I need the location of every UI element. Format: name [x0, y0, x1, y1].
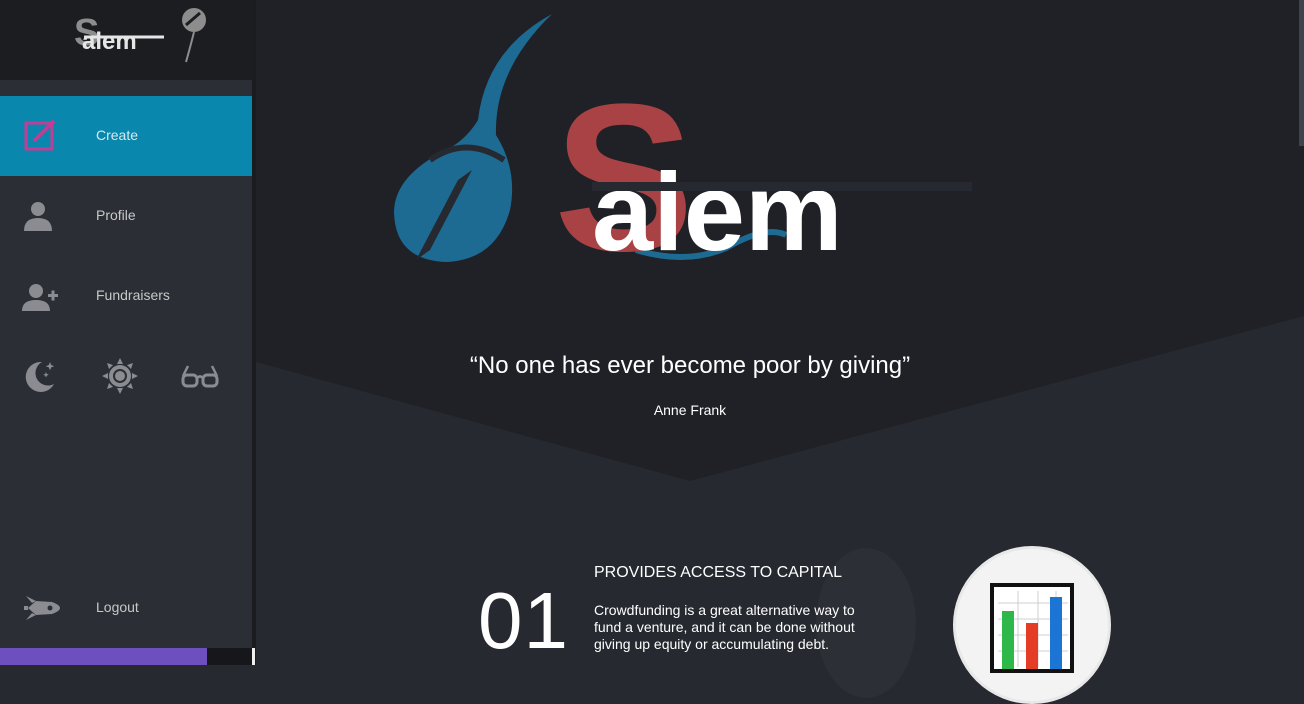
person-add-icon: [22, 284, 58, 311]
sidebar-item-label: Profile: [96, 207, 136, 223]
sidebar-item-create[interactable]: Create: [0, 96, 252, 176]
sidebar-item-label: Create: [96, 127, 139, 143]
bottom-progress-bar: [0, 648, 207, 665]
sidebar: S alem Create Profile Fundraisers Logout: [0, 0, 252, 665]
person-icon: [24, 202, 52, 231]
glasses-icon: [181, 365, 219, 388]
accessible-theme-button[interactable]: [180, 356, 220, 396]
svg-text:alem: alem: [82, 28, 137, 55]
logout-button[interactable]: Logout: [0, 580, 252, 636]
dark-theme-button[interactable]: [20, 356, 60, 396]
light-theme-button[interactable]: [100, 356, 140, 396]
salem-logo-icon: S alem: [74, 8, 206, 63]
logout-label: Logout: [96, 599, 139, 615]
main-content: S alem “No one has ever become poor by g…: [256, 0, 1304, 704]
salem-hero-logo-icon: S alem: [394, 14, 972, 270]
scrollbar-thumb[interactable]: [1299, 0, 1304, 146]
feature-description: Crowdfunding is a great alternative way …: [594, 602, 855, 652]
moon-stars-icon: [25, 361, 55, 392]
sidebar-logo[interactable]: S alem: [0, 0, 252, 80]
feature-number: 01: [478, 576, 569, 665]
divider-line: [252, 648, 255, 665]
feature-icon-circle: [953, 546, 1111, 704]
bar-chart-icon: [990, 583, 1074, 673]
sidebar-item-label: Fundraisers: [96, 287, 170, 303]
sun-icon: [102, 358, 138, 394]
rocket-icon: [24, 596, 60, 620]
sidebar-item-fundraisers[interactable]: Fundraisers: [0, 256, 252, 336]
edit-square-icon: [24, 119, 56, 151]
theme-selector: [0, 356, 252, 398]
hero-quote-author: Anne Frank: [653, 402, 727, 418]
sidebar-item-profile[interactable]: Profile: [0, 176, 252, 256]
feature-title: PROVIDES ACCESS TO CAPITAL: [594, 564, 843, 581]
bottom-bar-track: [207, 648, 252, 665]
hero-quote: “No one has ever become poor by giving”: [469, 352, 911, 379]
svg-text:alem: alem: [592, 151, 843, 270]
